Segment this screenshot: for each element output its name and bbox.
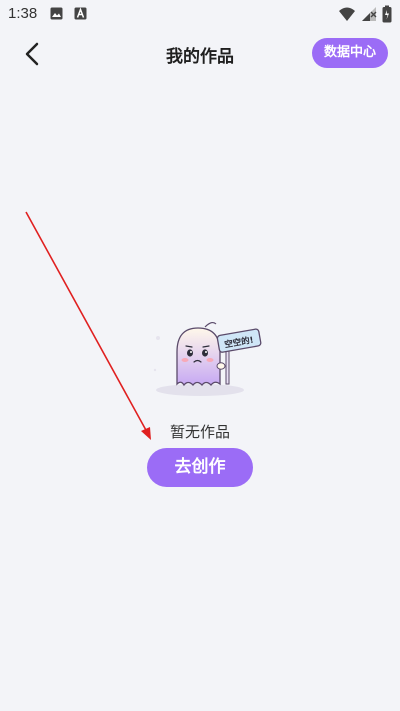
empty-message: 暂无作品 bbox=[169, 423, 230, 441]
data-center-button[interactable]: 数据中心 bbox=[311, 38, 388, 68]
ghost-holding-sign-icon: 空空的! bbox=[153, 321, 262, 396]
create-button[interactable]: 去创作 bbox=[147, 448, 253, 487]
wifi-icon bbox=[338, 7, 355, 21]
signal-icon bbox=[361, 7, 377, 21]
a-icon bbox=[74, 7, 87, 20]
image-icon bbox=[50, 7, 63, 20]
battery-icon bbox=[382, 5, 392, 23]
status-time: 1:38 bbox=[8, 5, 38, 22]
header-bar: 我的作品 数据中心 bbox=[0, 28, 400, 80]
status-bar: 1:38 bbox=[0, 0, 400, 28]
